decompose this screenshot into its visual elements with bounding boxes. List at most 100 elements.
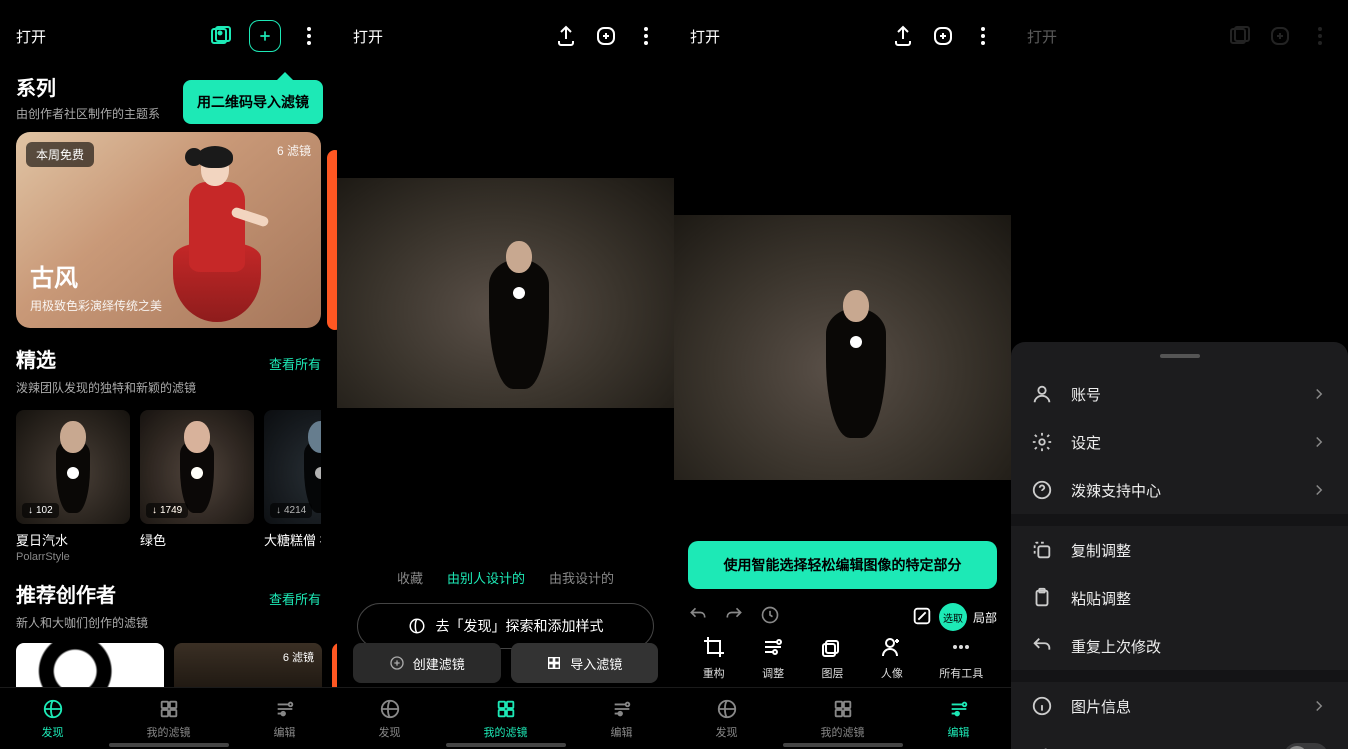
open-button: 打开 bbox=[1027, 26, 1057, 47]
hero-subtitle: 用极致色彩演绎传统之美 bbox=[30, 297, 162, 314]
nav-my-filters[interactable]: 我的滤镜 bbox=[484, 698, 528, 740]
row-label: 图片信息 bbox=[1071, 696, 1131, 717]
smart-select-tip: 使用智能选择轻松编辑图像的特定部分 bbox=[688, 541, 997, 589]
chevron-right-icon bbox=[1310, 481, 1328, 499]
more-menu-icon[interactable] bbox=[297, 24, 321, 48]
nav-label: 发现 bbox=[379, 724, 401, 740]
creators-title: 推荐创作者 bbox=[16, 579, 116, 608]
import-filter-button[interactable]: 导入滤镜 bbox=[511, 643, 659, 683]
nav-discover[interactable]: 发现 bbox=[379, 698, 401, 740]
select-bubble[interactable]: 选取 bbox=[939, 603, 967, 631]
settings-prefs[interactable]: 设定 bbox=[1011, 418, 1348, 466]
filter-author: PolarrStyle bbox=[16, 551, 130, 563]
open-button[interactable]: 打开 bbox=[16, 26, 46, 47]
free-badge: 本周免费 bbox=[26, 142, 94, 167]
row-label: 直方图 bbox=[1071, 746, 1116, 749]
series-hero-card[interactable]: 本周免费 6 滤镜 古风 用极致色彩演绎传统之美 bbox=[16, 132, 321, 328]
row-label: 重复上次修改 bbox=[1071, 636, 1161, 657]
featured-title: 精选 bbox=[16, 344, 56, 373]
settings-copy-adjust[interactable]: 复制调整 bbox=[1011, 526, 1348, 574]
more-menu-icon[interactable] bbox=[634, 24, 658, 48]
tool-layers[interactable]: 图层 bbox=[820, 635, 844, 681]
add-button[interactable] bbox=[249, 20, 281, 52]
home-indicator bbox=[446, 743, 566, 747]
select-local-label: 局部 bbox=[973, 609, 997, 626]
more-menu-icon[interactable] bbox=[971, 24, 995, 48]
undo-icon[interactable] bbox=[688, 605, 708, 630]
history-icon[interactable] bbox=[760, 605, 780, 630]
settings-account[interactable]: 账号 bbox=[1011, 370, 1348, 418]
download-count: ↓ 102 bbox=[22, 503, 59, 518]
nav-discover[interactable]: 发现 bbox=[716, 698, 738, 740]
nav-discover[interactable]: 发现 bbox=[42, 698, 64, 740]
sheet-handle[interactable] bbox=[1160, 354, 1200, 358]
qr-import-tooltip: 用二维码导入滤镜 bbox=[183, 80, 323, 124]
filter-card[interactable]: ↓ 4214 大糖糕僧 初 bbox=[264, 410, 321, 563]
settings-paste-adjust[interactable]: 粘贴调整 bbox=[1011, 574, 1348, 622]
image-icon[interactable] bbox=[209, 24, 233, 48]
row-label: 泼辣支持中心 bbox=[1071, 480, 1161, 501]
add-icon bbox=[1268, 24, 1292, 48]
filter-card[interactable]: ↓ 102 夏日汽水 PolarrStyle bbox=[16, 410, 130, 563]
nav-label: 编辑 bbox=[611, 724, 633, 740]
redo-icon[interactable] bbox=[724, 605, 744, 630]
nav-edit[interactable]: 编辑 bbox=[274, 698, 296, 740]
settings-support[interactable]: 泼辣支持中心 bbox=[1011, 466, 1348, 514]
settings-redo-last[interactable]: 重复上次修改 bbox=[1011, 622, 1348, 670]
add-icon[interactable] bbox=[931, 24, 955, 48]
histogram-toggle[interactable] bbox=[1284, 743, 1328, 749]
filter-name: 夏日汽水 bbox=[16, 530, 130, 549]
filter-count-badge: 6 滤镜 bbox=[277, 142, 311, 159]
download-count: ↓ 1749 bbox=[146, 503, 188, 518]
nav-label: 我的滤镜 bbox=[821, 724, 865, 740]
nav-edit[interactable]: 编辑 bbox=[948, 698, 970, 740]
creators-see-all[interactable]: 查看所有 bbox=[269, 589, 321, 608]
tool-label: 人像 bbox=[881, 665, 903, 681]
next-card-peek[interactable] bbox=[327, 150, 337, 330]
open-button[interactable]: 打开 bbox=[353, 26, 383, 47]
tool-adjust[interactable]: 调整 bbox=[761, 635, 785, 681]
add-icon[interactable] bbox=[594, 24, 618, 48]
row-label: 复制调整 bbox=[1071, 540, 1131, 561]
tool-all[interactable]: 所有工具 bbox=[939, 635, 983, 681]
import-filter-label: 导入滤镜 bbox=[570, 654, 622, 673]
settings-histogram[interactable]: 直方图 bbox=[1011, 730, 1348, 749]
nav-my-filters[interactable]: 我的滤镜 bbox=[821, 698, 865, 740]
editor-preview[interactable] bbox=[337, 178, 674, 408]
home-indicator bbox=[109, 743, 229, 747]
filter-name: 大糖糕僧 初 bbox=[264, 530, 321, 549]
chevron-right-icon bbox=[1310, 385, 1328, 403]
editor-preview[interactable] bbox=[674, 215, 1011, 480]
tool-crop[interactable]: 重构 bbox=[702, 635, 726, 681]
featured-subtitle: 泼辣团队发现的独特和新颖的滤镜 bbox=[16, 379, 321, 396]
tool-label: 所有工具 bbox=[939, 665, 983, 681]
row-label: 粘贴调整 bbox=[1071, 588, 1131, 609]
nav-edit[interactable]: 编辑 bbox=[611, 698, 633, 740]
chevron-right-icon bbox=[1310, 697, 1328, 715]
tab-by-me[interactable]: 由我设计的 bbox=[549, 564, 614, 591]
nav-my-filters[interactable]: 我的滤镜 bbox=[147, 698, 191, 740]
hero-illustration bbox=[161, 152, 261, 322]
filter-name: 绿色 bbox=[140, 530, 254, 549]
export-icon[interactable] bbox=[554, 24, 578, 48]
export-icon[interactable] bbox=[891, 24, 915, 48]
tab-by-others[interactable]: 由别人设计的 bbox=[447, 564, 525, 591]
tool-portrait[interactable]: 人像 bbox=[880, 635, 904, 681]
tool-label: 重构 bbox=[703, 665, 725, 681]
featured-see-all[interactable]: 查看所有 bbox=[269, 354, 321, 373]
open-button[interactable]: 打开 bbox=[690, 26, 720, 47]
settings-image-info[interactable]: 图片信息 bbox=[1011, 682, 1348, 730]
creator-filter-count: 6 滤镜 bbox=[283, 649, 314, 665]
tab-favorites[interactable]: 收藏 bbox=[397, 564, 423, 591]
tool-label: 调整 bbox=[762, 665, 784, 681]
nav-label: 发现 bbox=[716, 724, 738, 740]
mask-icon[interactable] bbox=[911, 605, 933, 630]
create-filter-button[interactable]: 创建滤镜 bbox=[353, 643, 501, 683]
row-label: 设定 bbox=[1071, 432, 1101, 453]
tool-label: 图层 bbox=[821, 665, 843, 681]
filter-card[interactable]: ↓ 1749 绿色 bbox=[140, 410, 254, 563]
discover-cta-label: 去「发现」探索和添加样式 bbox=[436, 616, 604, 636]
creators-subtitle: 新人和大咖们创作的滤镜 bbox=[16, 614, 321, 631]
chevron-right-icon bbox=[1310, 433, 1328, 451]
nav-label: 编辑 bbox=[948, 724, 970, 740]
